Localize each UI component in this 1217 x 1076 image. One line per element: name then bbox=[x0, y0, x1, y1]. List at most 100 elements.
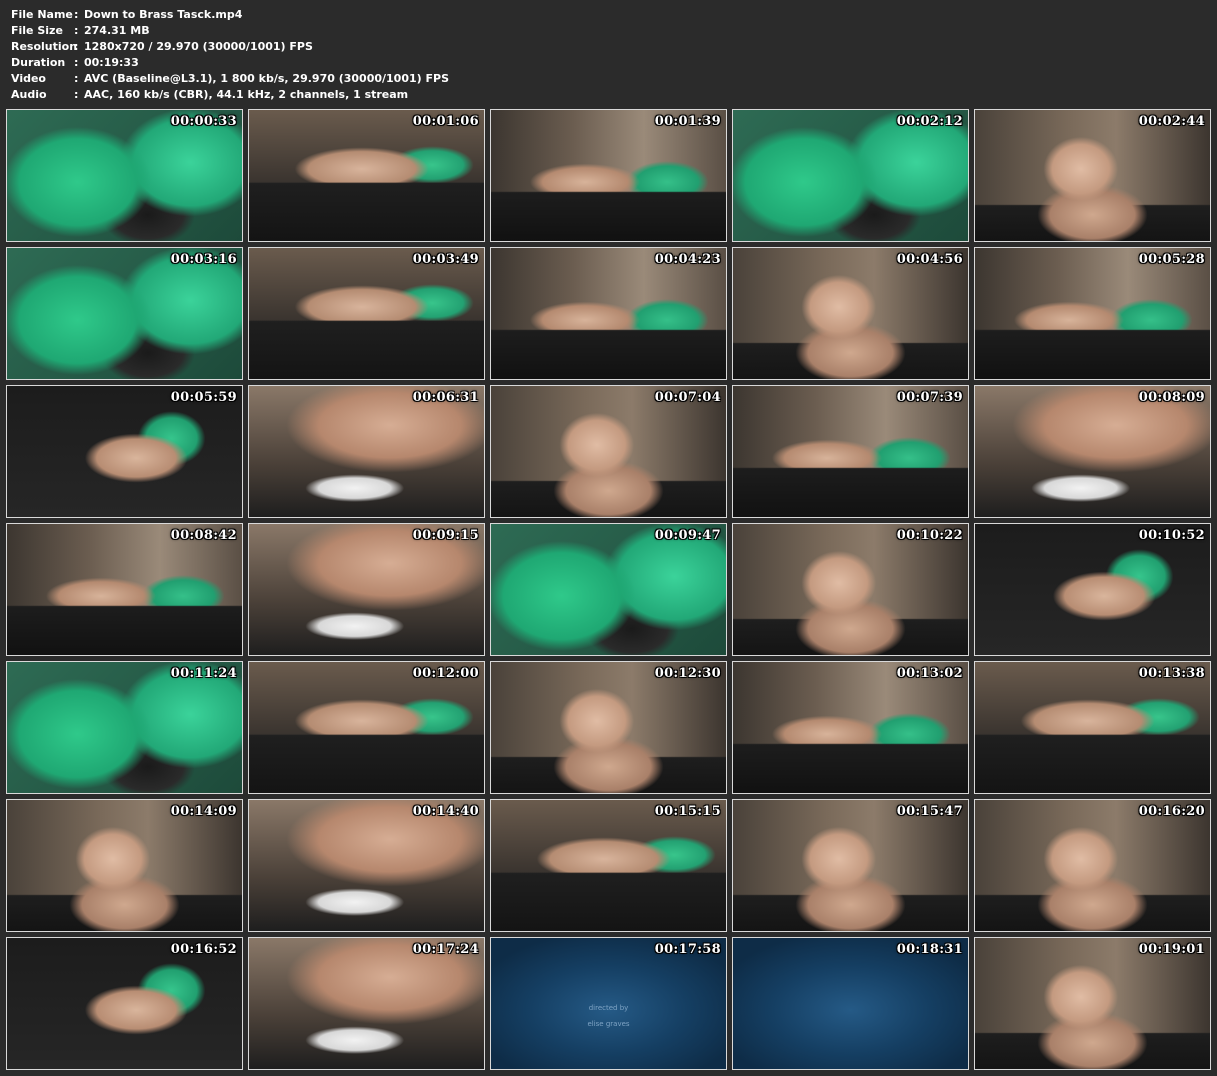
thumbnail-frame-image bbox=[491, 524, 726, 655]
video-thumbnail[interactable]: 00:02:44 bbox=[974, 109, 1211, 242]
video-thumbnail[interactable]: 00:04:56 bbox=[732, 247, 969, 380]
thumbnail-frame-image bbox=[491, 800, 726, 931]
thumbnail-frame-image bbox=[975, 662, 1210, 793]
thumbnail-timestamp: 00:00:33 bbox=[170, 114, 237, 129]
video-thumbnail[interactable]: 00:07:39 bbox=[732, 385, 969, 518]
info-label: File Name bbox=[11, 8, 73, 21]
thumbnail-frame-image bbox=[975, 800, 1210, 931]
thumbnail-timestamp: 00:09:15 bbox=[412, 528, 479, 543]
video-thumbnail[interactable]: 00:16:52 bbox=[6, 937, 243, 1070]
video-thumbnail[interactable]: 00:01:39 bbox=[490, 109, 727, 242]
info-value: 1280x720 / 29.970 (30000/1001) FPS bbox=[84, 40, 313, 53]
thumbnail-timestamp: 00:12:00 bbox=[412, 666, 479, 681]
video-thumbnail[interactable]: 00:09:47 bbox=[490, 523, 727, 656]
thumbnail-timestamp: 00:15:47 bbox=[896, 804, 963, 819]
video-thumbnail[interactable]: 00:05:28 bbox=[974, 247, 1211, 380]
info-value: 274.31 MB bbox=[84, 24, 150, 37]
thumbnail-timestamp: 00:08:09 bbox=[1138, 390, 1205, 405]
thumbnail-frame-image bbox=[733, 938, 968, 1069]
thumbnail-timestamp: 00:08:42 bbox=[170, 528, 237, 543]
info-value: Down to Brass Tasck.mp4 bbox=[84, 8, 243, 21]
video-thumbnail[interactable]: 00:15:47 bbox=[732, 799, 969, 932]
thumbnail-timestamp: 00:14:09 bbox=[170, 804, 237, 819]
thumbnail-timestamp: 00:03:16 bbox=[170, 252, 237, 267]
thumbnail-frame-image bbox=[249, 110, 484, 241]
credit-text-line2: elise graves bbox=[587, 1020, 630, 1028]
thumbnail-frame-image bbox=[249, 248, 484, 379]
thumbnail-timestamp: 00:16:20 bbox=[1138, 804, 1205, 819]
thumbnail-timestamp: 00:11:24 bbox=[170, 666, 237, 681]
video-thumbnail[interactable]: 00:13:02 bbox=[732, 661, 969, 794]
video-thumbnail[interactable]: 00:10:22 bbox=[732, 523, 969, 656]
thumbnail-frame-image bbox=[7, 110, 242, 241]
thumbnail-frame-image bbox=[7, 386, 242, 517]
thumbnail-frame-image bbox=[975, 938, 1210, 1069]
video-thumbnail[interactable]: 00:04:23 bbox=[490, 247, 727, 380]
video-thumbnail[interactable]: 00:18:31 bbox=[732, 937, 969, 1070]
thumbnail-timestamp: 00:02:44 bbox=[1138, 114, 1205, 129]
thumbnail-timestamp: 00:05:59 bbox=[170, 390, 237, 405]
video-thumbnail[interactable]: 00:00:33 bbox=[6, 109, 243, 242]
thumbnail-frame-image bbox=[975, 248, 1210, 379]
video-thumbnail[interactable]: 00:19:01 bbox=[974, 937, 1211, 1070]
video-thumbnail[interactable]: 00:08:09 bbox=[974, 385, 1211, 518]
video-thumbnail[interactable]: 00:11:24 bbox=[6, 661, 243, 794]
thumbnail-timestamp: 00:14:40 bbox=[412, 804, 479, 819]
thumbnail-frame-image bbox=[975, 386, 1210, 517]
info-separator: : bbox=[74, 8, 79, 21]
video-thumbnail[interactable]: 00:14:09 bbox=[6, 799, 243, 932]
thumbnail-grid: 00:00:33 00:01:06 00:01:39 00:02:12 00:02:44… bbox=[6, 109, 1211, 1070]
thumbnail-timestamp: 00:04:23 bbox=[654, 252, 721, 267]
thumbnail-timestamp: 00:13:02 bbox=[896, 666, 963, 681]
thumbnail-timestamp: 00:19:01 bbox=[1138, 942, 1205, 957]
video-thumbnail[interactable]: 00:16:20 bbox=[974, 799, 1211, 932]
video-thumbnail[interactable]: 00:03:16 bbox=[6, 247, 243, 380]
thumbnail-frame-image bbox=[249, 524, 484, 655]
video-thumbnail[interactable]: 00:05:59 bbox=[6, 385, 243, 518]
thumbnail-frame-image bbox=[733, 110, 968, 241]
info-row-duration: Duration : 00:19:33 bbox=[11, 55, 449, 71]
thumbnail-frame-image bbox=[249, 662, 484, 793]
video-thumbnail[interactable]: 00:12:30 bbox=[490, 661, 727, 794]
video-thumbnail[interactable]: 00:03:49 bbox=[248, 247, 485, 380]
thumbnail-frame-image bbox=[491, 386, 726, 517]
info-label: File Size bbox=[11, 24, 63, 37]
video-thumbnail[interactable]: 00:06:31 bbox=[248, 385, 485, 518]
thumbnail-timestamp: 00:07:39 bbox=[896, 390, 963, 405]
info-value: AAC, 160 kb/s (CBR), 44.1 kHz, 2 channel… bbox=[84, 88, 409, 101]
info-separator: : bbox=[74, 72, 79, 85]
video-thumbnail[interactable]: 00:01:06 bbox=[248, 109, 485, 242]
video-thumbnail[interactable]: 00:13:38 bbox=[974, 661, 1211, 794]
info-label: Duration bbox=[11, 56, 66, 69]
thumbnail-timestamp: 00:12:30 bbox=[654, 666, 721, 681]
video-thumbnail[interactable]: 00:17:24 bbox=[248, 937, 485, 1070]
thumbnail-frame-image bbox=[733, 524, 968, 655]
info-separator: : bbox=[74, 56, 79, 69]
info-row-video: Video : AVC (Baseline@L3.1), 1 800 kb/s,… bbox=[11, 71, 449, 87]
thumbnail-timestamp: 00:05:28 bbox=[1138, 252, 1205, 267]
video-thumbnail[interactable]: 00:10:52 bbox=[974, 523, 1211, 656]
video-thumbnail[interactable]: 00:15:15 bbox=[490, 799, 727, 932]
video-thumbnail[interactable]: directed by elise graves 00:17:58 bbox=[490, 937, 727, 1070]
thumbnail-timestamp: 00:09:47 bbox=[654, 528, 721, 543]
info-value: 00:19:33 bbox=[84, 56, 139, 69]
info-separator: : bbox=[74, 40, 79, 53]
thumbnail-timestamp: 00:01:39 bbox=[654, 114, 721, 129]
video-thumbnail[interactable]: 00:09:15 bbox=[248, 523, 485, 656]
thumbnail-frame-image bbox=[249, 938, 484, 1069]
thumbnail-frame-image bbox=[491, 662, 726, 793]
thumbnail-frame-image bbox=[491, 110, 726, 241]
thumbnail-frame-image bbox=[733, 386, 968, 517]
thumbnail-timestamp: 00:16:52 bbox=[170, 942, 237, 957]
info-row-file-size: File Size : 274.31 MB bbox=[11, 23, 449, 39]
info-separator: : bbox=[74, 88, 79, 101]
video-thumbnail[interactable]: 00:07:04 bbox=[490, 385, 727, 518]
thumbnail-frame-image bbox=[491, 248, 726, 379]
thumbnail-frame-image bbox=[249, 800, 484, 931]
thumbnail-frame-image bbox=[733, 248, 968, 379]
video-thumbnail[interactable]: 00:08:42 bbox=[6, 523, 243, 656]
thumbnail-frame-image bbox=[7, 248, 242, 379]
video-thumbnail[interactable]: 00:12:00 bbox=[248, 661, 485, 794]
video-thumbnail[interactable]: 00:02:12 bbox=[732, 109, 969, 242]
video-thumbnail[interactable]: 00:14:40 bbox=[248, 799, 485, 932]
